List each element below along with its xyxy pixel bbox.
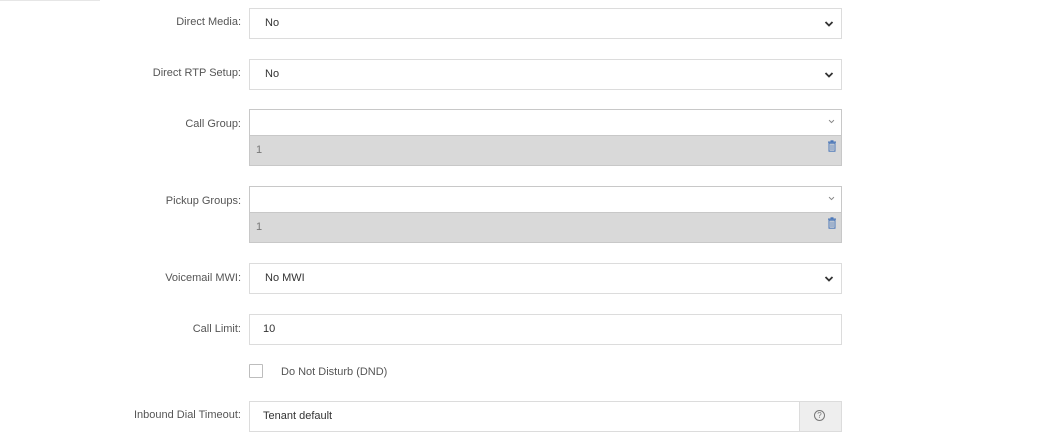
- help-icon[interactable]: ?: [814, 410, 825, 421]
- inbound-dial-timeout-value: Tenant default: [263, 410, 333, 422]
- dnd-label[interactable]: Do Not Disturb (DND): [281, 366, 387, 378]
- chevron-down-icon: [824, 21, 834, 27]
- call-limit-input[interactable]: 10: [249, 314, 842, 345]
- call-limit-label: Call Limit:: [192, 323, 241, 335]
- direct-rtp-setup-value: No: [265, 68, 280, 80]
- call-limit-value: 10: [263, 323, 276, 335]
- direct-media-value: No: [265, 17, 280, 29]
- call-group-tag: 1: [256, 144, 263, 156]
- chevron-down-icon: [824, 72, 834, 78]
- divider: [0, 0, 100, 1]
- trash-icon[interactable]: [827, 140, 837, 152]
- inbound-dial-timeout-label: Inbound Dial Timeout:: [133, 409, 241, 421]
- trash-icon[interactable]: [827, 217, 837, 229]
- call-group-label: Call Group:: [185, 118, 241, 130]
- direct-rtp-setup-label: Direct RTP Setup:: [152, 67, 241, 79]
- pickup-groups-label: Pickup Groups:: [165, 195, 241, 207]
- voicemail-mwi-select[interactable]: No MWI: [249, 263, 842, 294]
- dnd-checkbox[interactable]: [249, 364, 263, 378]
- chevron-down-icon: [824, 276, 834, 282]
- pickup-groups-input[interactable]: [250, 187, 841, 213]
- pickup-groups-tag: 1: [256, 221, 263, 233]
- call-group-multiselect[interactable]: 1: [249, 109, 842, 166]
- direct-media-label: Direct Media:: [176, 16, 241, 28]
- voicemail-mwi-value: No MWI: [265, 272, 305, 284]
- extension-settings-form: Direct Media: No Direct RTP Setup: No Ca…: [0, 0, 1045, 440]
- chevron-down-icon[interactable]: [828, 195, 835, 202]
- help-button[interactable]: ?: [799, 402, 841, 431]
- call-group-input[interactable]: [250, 110, 841, 136]
- inbound-dial-timeout-input[interactable]: Tenant default ?: [249, 401, 842, 432]
- direct-media-select[interactable]: No: [249, 8, 842, 39]
- pickup-groups-multiselect[interactable]: 1: [249, 186, 842, 243]
- chevron-down-icon[interactable]: [828, 118, 835, 125]
- direct-rtp-setup-select[interactable]: No: [249, 59, 842, 90]
- voicemail-mwi-label: Voicemail MWI:: [165, 272, 241, 284]
